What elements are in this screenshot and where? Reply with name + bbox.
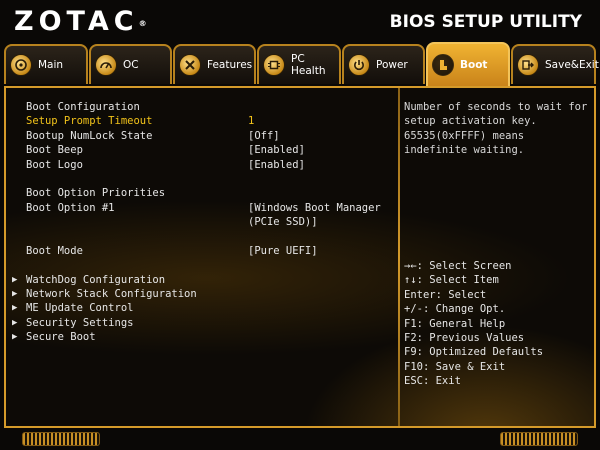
boot-beep-value[interactable]: [Enabled] — [248, 143, 305, 157]
tab-oc-label: OC — [123, 59, 139, 71]
boot-option-1-value-cont: (PCIe SSD)] — [248, 216, 318, 229]
decorative-grille-right — [500, 432, 578, 446]
submenu-network-stack[interactable]: ▶ Network Stack Configuration — [12, 287, 391, 301]
submenu-arrow-icon: ▶ — [12, 274, 18, 285]
tab-power[interactable]: Power — [342, 44, 425, 84]
key-hint: ↑↓: Select Item — [404, 274, 499, 287]
boot-beep-row[interactable]: Boot Beep [Enabled] — [26, 143, 391, 157]
submenu-me-update[interactable]: ▶ ME Update Control — [12, 301, 391, 315]
tab-pc-health[interactable]: PC Health — [257, 44, 341, 84]
numlock-state-row[interactable]: Bootup NumLock State [Off] — [26, 129, 391, 143]
zotac-logo: ZOTAC® — [14, 6, 147, 38]
key-hint: Enter: Select — [404, 288, 487, 301]
boot-mode-value[interactable]: [Pure UEFI] — [248, 244, 318, 258]
tab-main[interactable]: Main — [4, 44, 88, 84]
key-hint: F2: Previous Values — [404, 332, 525, 345]
bios-window: ZOTAC® BIOS SETUP UTILITY Main OC Featur… — [0, 0, 600, 450]
boot-beep-label: Boot Beep — [26, 144, 83, 157]
setup-prompt-timeout-row[interactable]: Setup Prompt Timeout 1 — [26, 114, 391, 128]
submenu-arrow-icon: ▶ — [12, 317, 18, 328]
exit-icon — [517, 54, 539, 76]
tools-icon — [179, 54, 201, 76]
logo-trademark: ® — [138, 19, 147, 28]
tab-save-exit-label: Save&Exit — [545, 59, 599, 71]
tab-bar: Main OC Features PC Health Power Boot Sa… — [2, 42, 599, 86]
key-hint: +/-: Change Opt. — [404, 303, 506, 316]
tab-save-exit[interactable]: Save&Exit — [511, 44, 599, 84]
boot-settings-list: Boot Configuration Setup Prompt Timeout … — [12, 100, 391, 345]
settings-panel: Boot Configuration Setup Prompt Timeout … — [4, 86, 596, 428]
logo-text: ZOTAC — [14, 6, 139, 37]
decorative-grille-left — [22, 432, 100, 446]
tab-boot[interactable]: Boot — [426, 42, 510, 86]
boot-logo-value[interactable]: [Enabled] — [248, 158, 305, 172]
key-hint: F1: General Help — [404, 317, 506, 330]
boot-option-1-row-cont: (PCIe SSD)] — [26, 215, 391, 229]
boot-priorities-heading: Boot Option Priorities — [26, 187, 166, 200]
submenu-arrow-icon: ▶ — [12, 303, 18, 314]
tab-features[interactable]: Features — [173, 44, 256, 84]
power-icon — [348, 54, 370, 76]
submenu-arrow-icon: ▶ — [12, 289, 18, 300]
submenu-arrow-icon: ▶ — [12, 332, 18, 343]
disc-icon — [10, 54, 32, 76]
boot-logo-label: Boot Logo — [26, 158, 83, 171]
boot-mode-row[interactable]: Boot Mode [Pure UEFI] — [26, 244, 391, 258]
help-description: Number of seconds to wait for setup acti… — [404, 101, 588, 157]
help-panel: Number of seconds to wait for setup acti… — [404, 100, 592, 158]
key-hint: F10: Save & Exit — [404, 360, 506, 373]
tab-features-label: Features — [207, 59, 253, 71]
tab-pc-health-label: PC Health — [291, 53, 326, 77]
boot-option-1-row[interactable]: Boot Option #1 [Windows Boot Manager — [26, 201, 391, 215]
utility-title: BIOS SETUP UTILITY — [389, 12, 582, 32]
gauge-icon — [95, 54, 117, 76]
boot-option-1-label: Boot Option #1 — [26, 201, 115, 214]
numlock-state-label: Bootup NumLock State — [26, 129, 153, 142]
boot-logo-row[interactable]: Boot Logo [Enabled] — [26, 158, 391, 172]
key-hint: F9: Optimized Defaults — [404, 346, 544, 359]
key-hint: →←: Select Screen — [404, 260, 512, 272]
tab-boot-label: Boot — [460, 59, 488, 71]
submenu-security-settings[interactable]: ▶ Security Settings — [12, 316, 391, 330]
setup-prompt-timeout-value[interactable]: 1 — [248, 114, 254, 128]
numlock-state-value[interactable]: [Off] — [248, 129, 280, 143]
tab-main-label: Main — [38, 59, 64, 71]
tab-power-label: Power — [376, 59, 408, 71]
key-hint: ESC: Exit — [404, 375, 461, 388]
tab-oc[interactable]: OC — [89, 44, 172, 84]
setup-prompt-timeout-label: Setup Prompt Timeout — [26, 115, 153, 128]
boot-mode-label: Boot Mode — [26, 244, 83, 257]
boot-option-1-value[interactable]: [Windows Boot Manager — [248, 201, 381, 215]
boot-icon — [432, 54, 454, 76]
chip-icon — [263, 54, 285, 76]
submenu-secure-boot[interactable]: ▶ Secure Boot — [12, 330, 391, 344]
boot-configuration-heading: Boot Configuration — [26, 101, 140, 113]
submenu-watchdog[interactable]: ▶ WatchDog Configuration — [12, 273, 391, 287]
key-legend: →←: Select Screen ↑↓: Select Item Enter:… — [404, 259, 543, 389]
panel-divider — [398, 88, 400, 426]
